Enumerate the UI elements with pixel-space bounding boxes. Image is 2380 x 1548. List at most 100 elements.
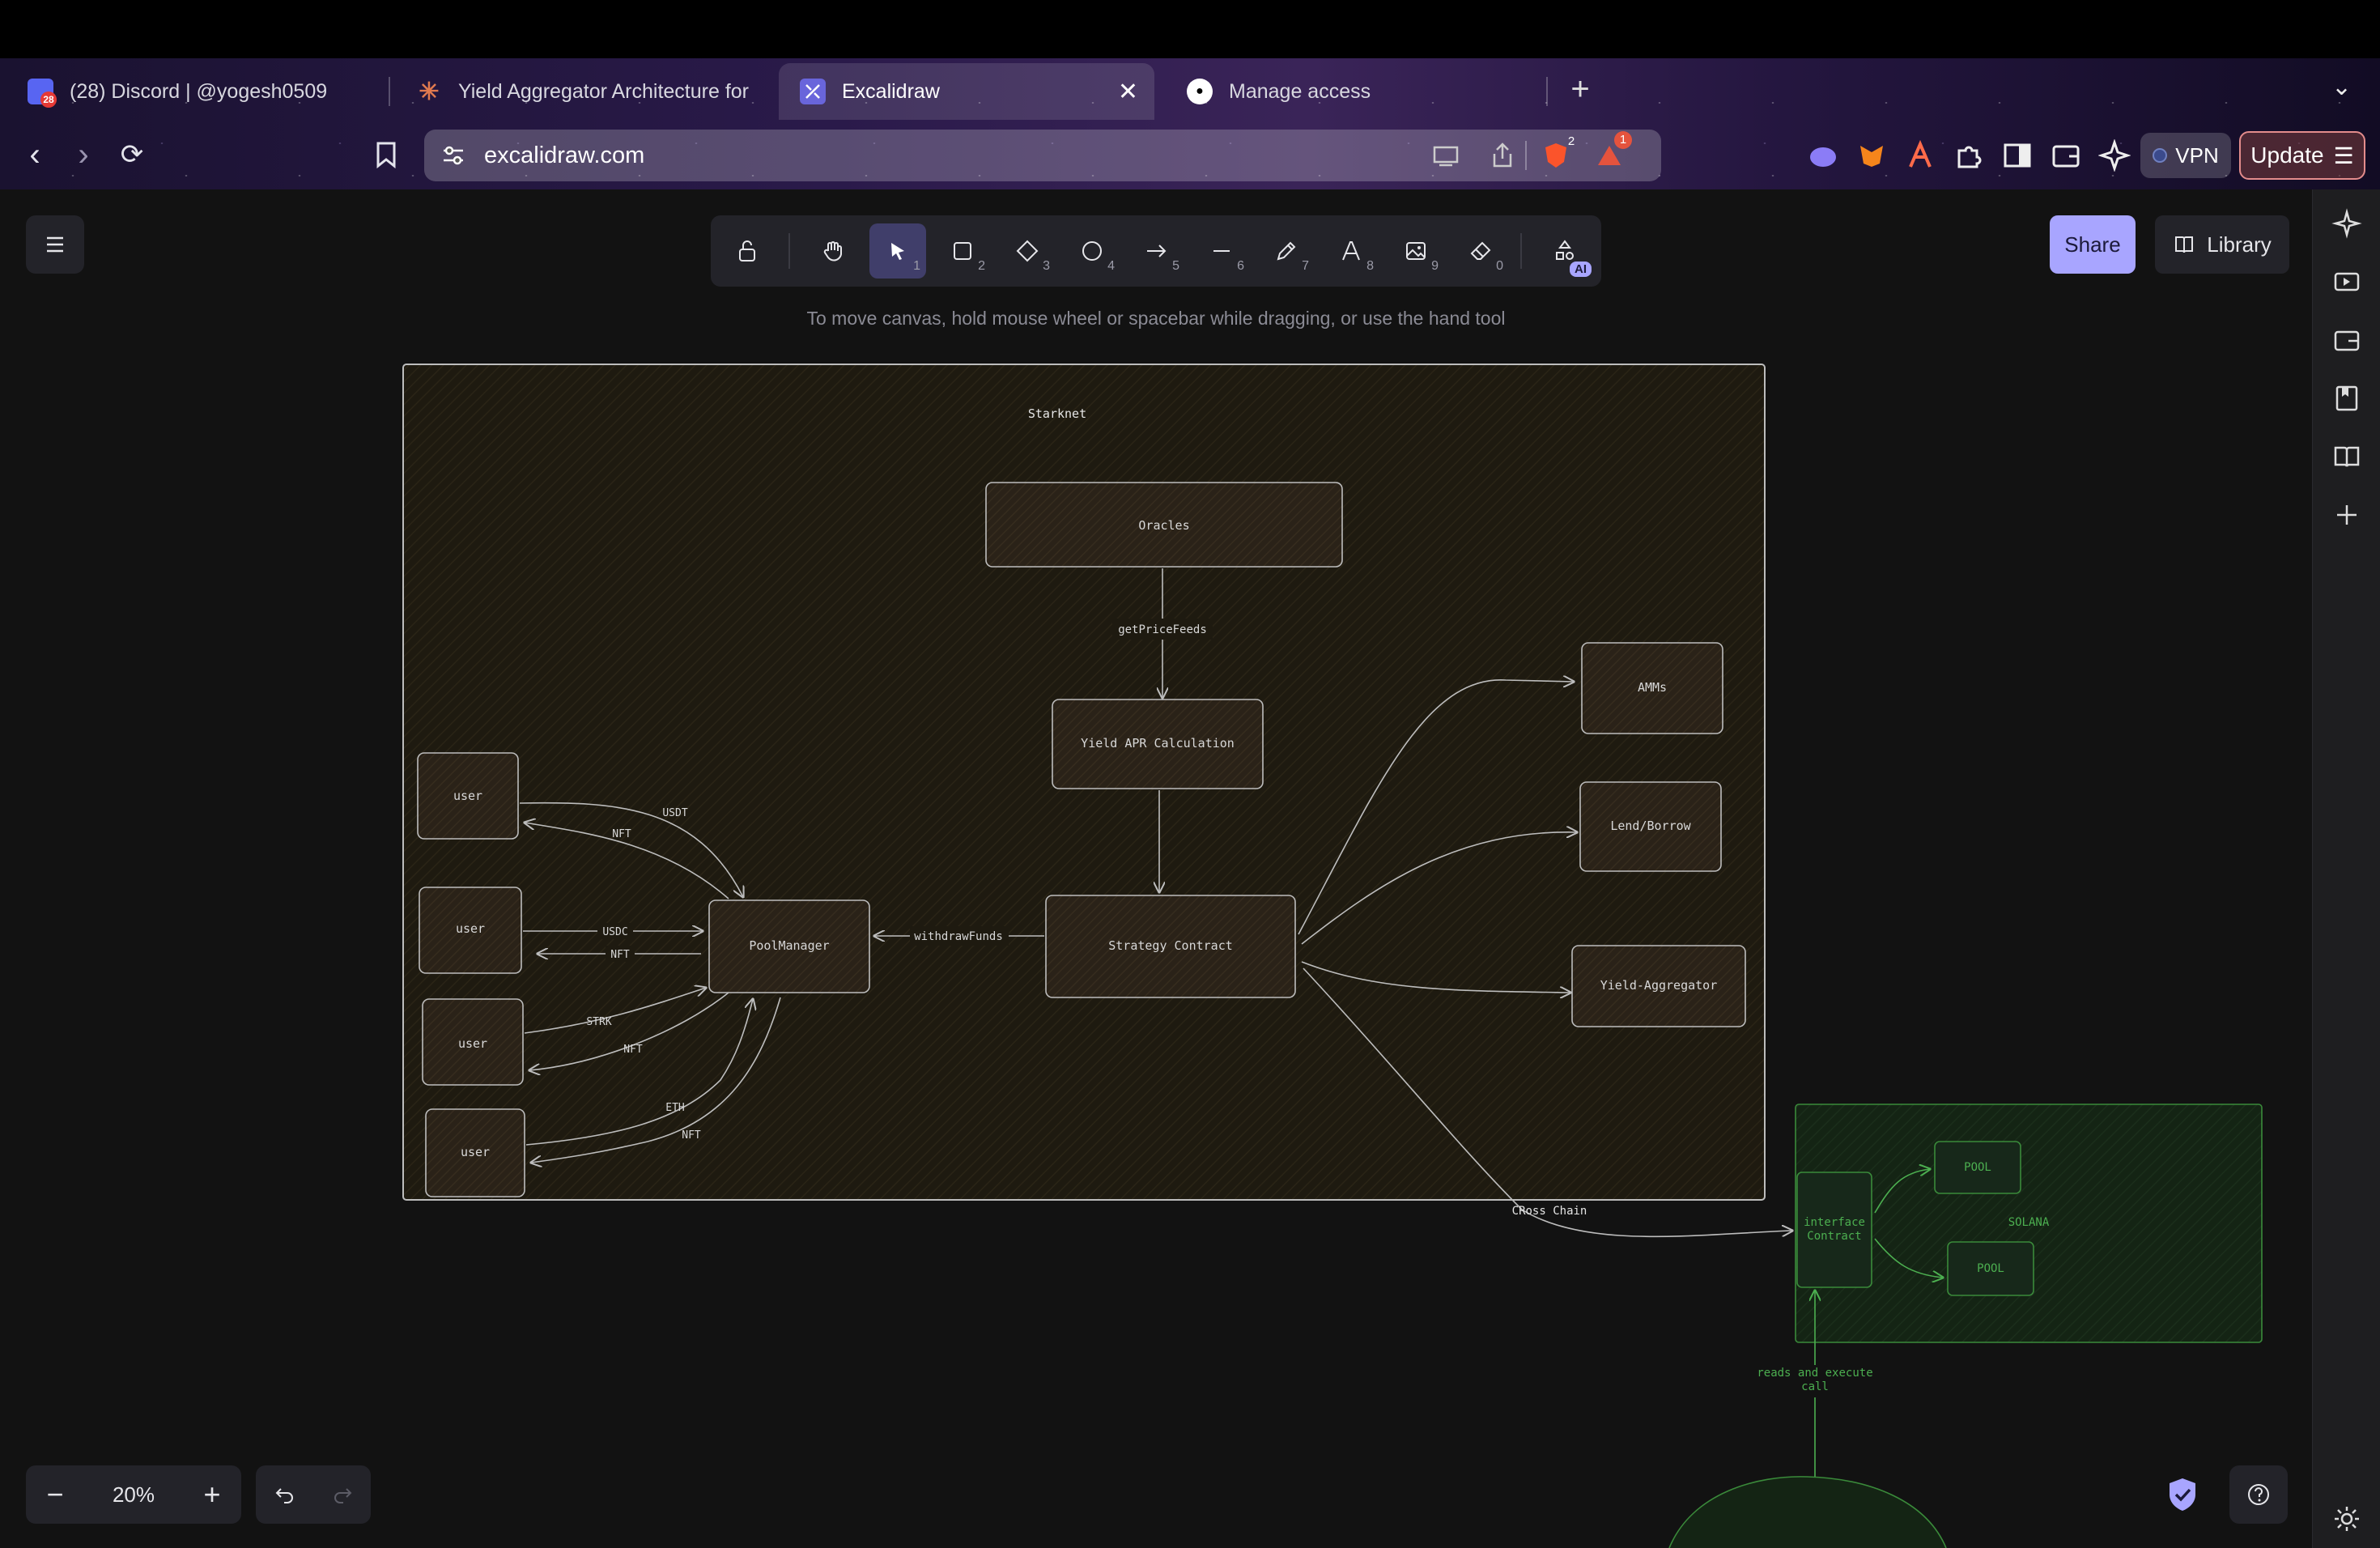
tool-ellipse[interactable]: 4 — [1064, 223, 1120, 279]
reading-list-icon[interactable] — [2331, 440, 2363, 473]
url-text: excalidraw.com — [484, 142, 645, 168]
node-user[interactable]: user — [417, 752, 519, 840]
pencil-icon — [1277, 241, 1296, 261]
tool-text[interactable]: 8 — [1323, 223, 1379, 279]
address-bar[interactable]: excalidraw.com 2 1 — [424, 130, 1661, 181]
node-oracles[interactable]: Oracles — [985, 482, 1343, 568]
node-lend-borrow[interactable]: Lend/Borrow — [1579, 781, 1722, 872]
redo-button[interactable] — [313, 1465, 371, 1524]
shortcut-key: 6 — [1237, 259, 1244, 273]
gear-icon[interactable] — [2331, 1503, 2363, 1535]
ellipse-node[interactable] — [1668, 1476, 1947, 1548]
library-button[interactable]: Library — [2155, 215, 2289, 274]
tool-rectangle[interactable]: 2 — [934, 223, 991, 279]
metamask-icon[interactable] — [1855, 139, 1888, 172]
toolbar-divider — [788, 233, 790, 269]
tool-draw[interactable]: 7 — [1258, 223, 1315, 279]
diamond-icon — [1016, 240, 1039, 262]
arrow-label: NFT — [682, 1129, 701, 1142]
node-amms[interactable]: AMMs — [1581, 642, 1723, 734]
undo-icon — [275, 1488, 293, 1503]
node-user[interactable]: user — [425, 1108, 525, 1197]
node-strategy-contract[interactable]: Strategy Contract — [1045, 895, 1296, 998]
tool-more-shapes[interactable]: AI — [1536, 223, 1593, 279]
node-pool-manager[interactable]: PoolManager — [708, 899, 870, 993]
chevron-down-icon[interactable]: ⌄ — [2331, 73, 2352, 101]
video-icon[interactable] — [2331, 266, 2363, 298]
text-icon — [1342, 241, 1360, 261]
arrow-label: NFT — [612, 828, 631, 840]
unlock-icon — [739, 240, 755, 262]
tab-label: Manage access — [1229, 79, 1371, 103]
node-user[interactable]: user — [422, 998, 524, 1086]
undo-button[interactable] — [256, 1465, 313, 1524]
rectangle-icon — [954, 242, 971, 260]
tool-image[interactable]: 9 — [1388, 223, 1444, 279]
forward-button[interactable]: › — [65, 136, 102, 173]
extension-icon[interactable] — [1904, 139, 1936, 172]
zoom-in-button[interactable]: + — [183, 1465, 241, 1524]
tool-hand[interactable] — [805, 223, 861, 279]
node-pool[interactable]: POOL — [1934, 1141, 2021, 1194]
shortcut-key: 9 — [1431, 259, 1439, 273]
arrow-label: NFT — [610, 949, 630, 961]
tab-excalidraw[interactable]: Excalidraw ✕ — [779, 63, 1154, 120]
shortcut-key: 4 — [1107, 259, 1115, 273]
tool-diamond[interactable]: 3 — [999, 223, 1056, 279]
tab-yield-aggregator[interactable]: ✳ Yield Aggregator Architecture for — [395, 63, 767, 120]
arrow-label: getPriceFeeds — [1118, 623, 1207, 636]
zoom-out-button[interactable]: − — [26, 1465, 84, 1524]
sparkle-icon[interactable] — [2331, 207, 2363, 240]
shortcut-key: 2 — [978, 259, 985, 273]
leo-ai-icon[interactable] — [1807, 139, 1839, 172]
sparkle-icon[interactable] — [2098, 139, 2131, 172]
tab-manage-access[interactable]: ● Manage access — [1166, 63, 1538, 120]
shield-check-icon[interactable] — [2161, 1474, 2204, 1516]
install-app-icon[interactable] — [1431, 141, 1460, 170]
arrow-icon — [1147, 245, 1167, 257]
share-page-icon[interactable] — [1488, 141, 1517, 170]
new-tab-button[interactable]: + — [1561, 71, 1600, 110]
svg-text:Oracles: Oracles — [1138, 518, 1189, 533]
node-yield-aggregator[interactable]: Yield-Aggregator — [1571, 945, 1746, 1027]
update-button[interactable]: Update ☰ — [2239, 131, 2365, 180]
tab-separator — [1546, 77, 1548, 106]
tab-discord[interactable]: 28 (28) Discord | @yogesh0509 — [6, 63, 384, 120]
shortcut-key: 0 — [1496, 259, 1503, 273]
tool-arrow[interactable]: 5 — [1128, 223, 1185, 279]
vpn-button[interactable]: VPN — [2140, 133, 2231, 178]
wallet-icon[interactable] — [2050, 139, 2082, 172]
arrow-label: USDC — [602, 926, 627, 938]
line-icon — [1213, 250, 1230, 252]
svg-text:user: user — [458, 1036, 487, 1051]
pointer-icon — [891, 243, 904, 260]
wallet-icon[interactable] — [2331, 324, 2363, 356]
arrow-label: withdrawFunds — [914, 930, 1003, 943]
tool-line[interactable]: 6 — [1193, 223, 1250, 279]
help-button[interactable] — [2229, 1465, 2288, 1524]
tool-eraser[interactable]: 0 — [1452, 223, 1509, 279]
puzzle-icon[interactable] — [1953, 139, 1985, 172]
svg-text:user: user — [461, 1145, 490, 1159]
arrow-label: reads and execute — [1757, 1367, 1872, 1380]
bookmarks-icon[interactable] — [2331, 382, 2363, 415]
site-settings-icon[interactable] — [440, 142, 466, 168]
library-label: Library — [2207, 232, 2272, 257]
sidebar-icon[interactable] — [2001, 139, 2034, 172]
node-pool[interactable]: POOL — [1947, 1241, 2034, 1296]
bookmark-button[interactable] — [368, 136, 405, 173]
main-menu-button[interactable] — [26, 215, 84, 274]
back-button[interactable]: ‹ — [16, 136, 53, 173]
add-icon[interactable] — [2331, 499, 2363, 531]
close-icon[interactable]: ✕ — [1118, 78, 1138, 106]
reload-button[interactable]: ⟳ — [113, 136, 151, 173]
node-interface-contract[interactable]: interface Contract — [1796, 1172, 1872, 1288]
zoom-level[interactable]: 20% — [84, 1482, 183, 1508]
tool-lock[interactable] — [719, 223, 776, 279]
node-user[interactable]: user — [419, 887, 522, 974]
node-yield-apr-calculation[interactable]: Yield APR Calculation — [1052, 699, 1264, 789]
tool-selection[interactable]: 1 — [869, 223, 926, 279]
svg-text:user: user — [456, 921, 485, 936]
github-icon: ● — [1187, 79, 1213, 104]
share-button[interactable]: Share — [2050, 215, 2136, 274]
